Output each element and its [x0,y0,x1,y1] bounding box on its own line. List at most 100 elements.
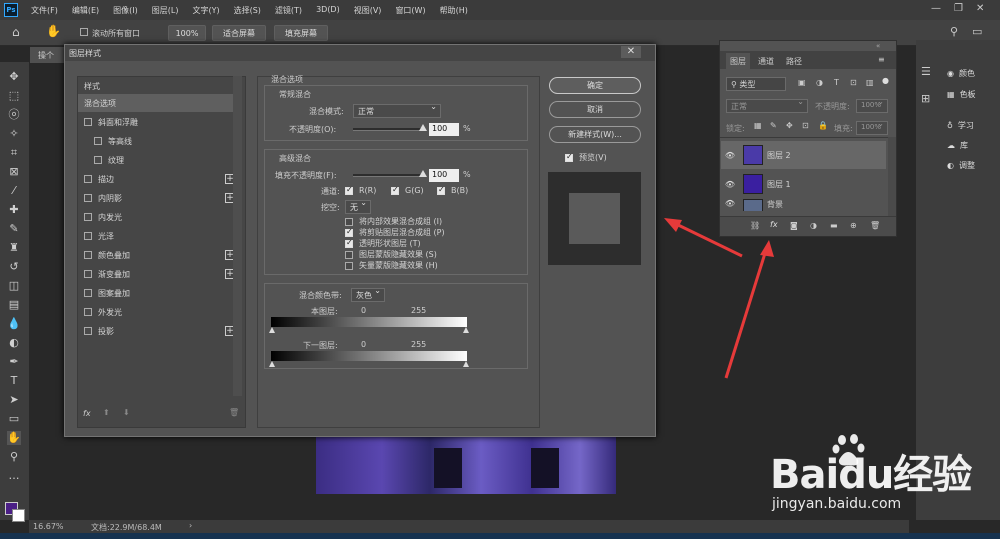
fill-opacity-slider[interactable] [353,170,427,177]
lock-paint-icon[interactable]: ✎ [770,121,777,130]
new-style-button[interactable]: 新建样式(W)... [549,126,641,143]
style-item[interactable]: 混合选项 [78,94,233,112]
minimize-icon[interactable]: — [931,3,941,14]
style-checkbox[interactable] [84,270,92,278]
channel-b-check[interactable] [437,185,445,195]
link-layers-icon[interactable]: ⛓ [750,221,760,230]
style-item[interactable]: 图案叠加 [78,284,233,302]
style-item[interactable]: 光泽 [78,227,233,245]
pen-tool-icon[interactable]: ✒ [7,355,21,369]
style-item[interactable]: 描边 + [78,170,235,188]
frame-tool-icon[interactable]: ⊠ [7,165,21,179]
style-checkbox[interactable] [84,289,92,297]
style-checkbox[interactable] [84,213,92,221]
filter-type-icon[interactable]: T [834,78,839,87]
filter-pixel-icon[interactable]: ▣ [798,78,806,87]
advanced-option[interactable]: 将内部效果混合成组 (I) [345,216,442,227]
style-item[interactable]: 颜色叠加 + [78,246,235,264]
advanced-option[interactable]: 图层蒙版隐藏效果 (S) [345,249,437,260]
blur-tool-icon[interactable]: 💧 [7,317,21,331]
crop-tool-icon[interactable]: ⌗ [7,146,21,160]
fx-icon[interactable]: fx [83,409,91,418]
fill-opacity-input[interactable]: 100 [429,169,459,182]
preview-check[interactable] [565,152,573,162]
search-icon[interactable]: ⚲ [950,25,958,38]
channel-g-checkbox[interactable]: G(G) [391,185,424,195]
add-style-fx-icon[interactable]: fx [770,220,778,229]
lock-position-icon[interactable]: ✥ [786,121,793,130]
menu-item[interactable]: 选择(S) [227,5,268,16]
this-layer-gradient[interactable] [271,317,467,327]
dock-item-swatches[interactable]: ▦ 色板 [947,89,976,100]
lock-all-icon[interactable]: 🔒 [818,121,828,130]
dock-item-color[interactable]: ◉ 颜色 [947,68,975,79]
layer-row[interactable]: 👁 图层 2 [721,141,886,169]
channel-g-check[interactable] [391,185,399,195]
layer-row[interactable]: 👁 背景 [721,199,886,211]
advanced-option[interactable]: 将剪贴图层混合成组 (P) [345,227,445,238]
menu-item[interactable]: 图像(I) [106,5,145,16]
new-group-icon[interactable]: ▬ [830,221,838,230]
gradient-tool-icon[interactable]: ▤ [7,298,21,312]
add-mask-icon[interactable]: ◙ [790,221,798,230]
menu-item[interactable]: 文件(F) [24,5,65,16]
brush-tool-icon[interactable]: ✎ [7,222,21,236]
style-checkbox[interactable] [94,137,102,145]
status-chevron-icon[interactable]: › [189,521,192,530]
advanced-option[interactable]: 矢量蒙版隐藏效果 (H) [345,260,438,271]
workspace-icon[interactable]: ▭ [972,25,982,38]
layers-tab[interactable]: 通道 [754,53,778,69]
fill-screen-button[interactable]: 填充屏幕 [274,25,328,41]
under-layer-white-thumb[interactable] [463,361,469,367]
advanced-option-checkbox[interactable] [345,250,353,259]
style-item[interactable]: 外发光 [78,303,233,321]
clone-stamp-icon[interactable]: ♜ [7,241,21,255]
panel-collapse-icon[interactable]: « [876,42,880,50]
style-checkbox[interactable] [84,175,92,183]
under-layer-black-thumb[interactable] [269,361,275,367]
move-up-icon[interactable]: ⬆ [103,408,110,417]
dock-item-learn[interactable]: ♁ 学习 [947,120,974,131]
dock-item-adjustments[interactable]: ◐ 调整 [947,160,975,171]
advanced-option-checkbox[interactable] [345,227,353,237]
advanced-option[interactable]: 透明形状图层 (T) [345,238,421,249]
magic-wand-icon[interactable]: ✧ [7,127,21,141]
new-layer-icon[interactable]: ⊕ [850,221,857,230]
adjustment-layer-icon[interactable]: ◑ [810,221,817,230]
opacity-slider[interactable] [353,124,427,131]
under-layer-gradient[interactable] [271,351,467,361]
style-item[interactable]: 内阴影 + [78,189,235,207]
layer-opacity-input[interactable]: 100% [856,97,888,113]
visibility-eye-icon[interactable]: 👁 [721,151,739,160]
close-window-icon[interactable]: ✕ [976,3,984,14]
history-brush-icon[interactable]: ↺ [7,260,21,274]
ok-button[interactable]: 确定 [549,77,641,94]
style-item[interactable]: 内发光 [78,208,233,226]
visibility-eye-icon[interactable]: 👁 [721,199,739,208]
style-list-scrollbar[interactable] [233,76,242,396]
style-item[interactable]: 渐变叠加 + [78,265,235,283]
layer-blend-mode[interactable]: 正常 [726,97,808,113]
advanced-option-checkbox[interactable] [345,261,353,270]
lock-artboard-icon[interactable]: ⊡ [802,121,809,130]
knockout-select[interactable]: 无 [345,198,371,214]
maximize-icon[interactable]: ❐ [954,3,963,14]
fit-screen-button[interactable]: 适合屏幕 [212,25,266,41]
home-icon[interactable]: ⌂ [12,25,20,39]
close-icon[interactable]: ✕ [621,46,641,58]
advanced-option-checkbox[interactable] [345,238,353,248]
move-tool-icon[interactable]: ✥ [7,70,21,84]
style-checkbox[interactable] [84,308,92,316]
zoom-level[interactable]: 16.67% [33,522,64,531]
hand-tool-icon[interactable]: ✋ [46,24,61,38]
eyedropper-icon[interactable]: ⁄ [7,184,21,198]
more-tools-icon[interactable]: … [7,469,21,483]
layer-filter-select[interactable]: ⚲ 类型 [726,77,786,91]
type-tool-icon[interactable]: T [7,374,21,388]
style-checkbox[interactable] [84,232,92,240]
background-color-swatch[interactable] [12,509,25,522]
this-layer-white-thumb[interactable] [463,327,469,333]
scroll-all-checkbox[interactable] [80,28,88,36]
dock-item-libraries[interactable]: ☁ 库 [947,140,968,151]
this-layer-black-thumb[interactable] [269,327,275,333]
